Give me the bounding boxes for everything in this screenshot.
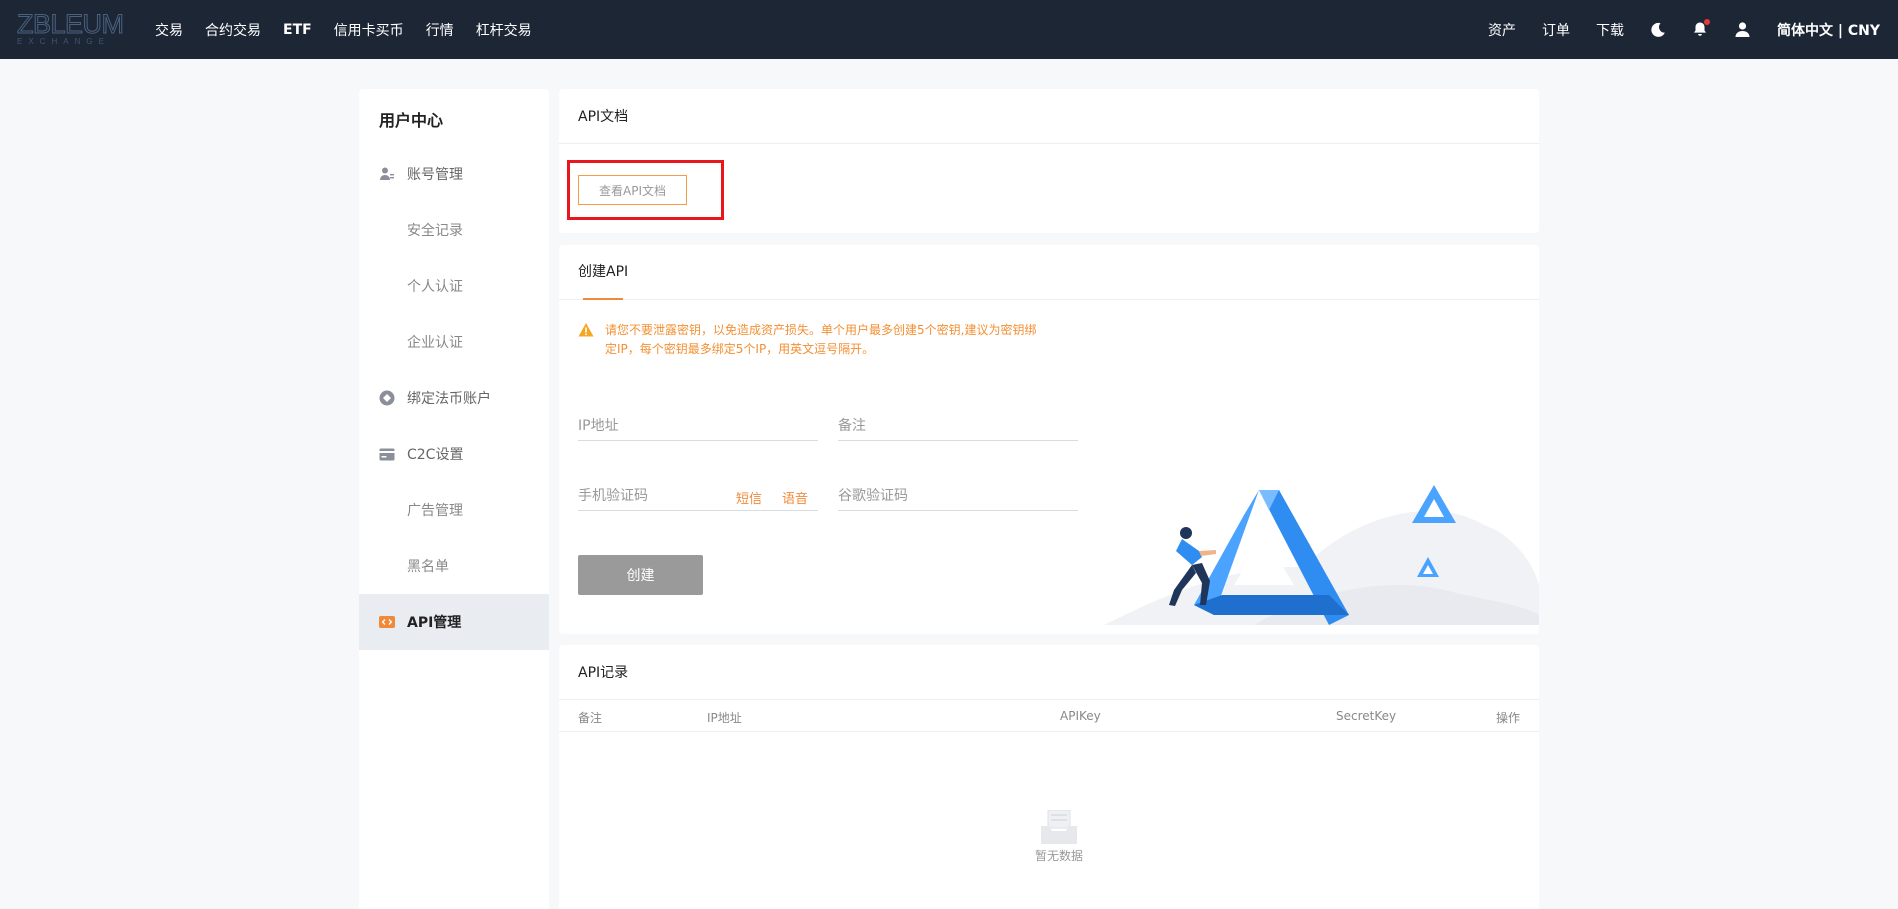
nav-etf[interactable]: ETF <box>283 22 312 38</box>
user-icon <box>1735 22 1750 37</box>
sidebar-title: 用户中心 <box>379 111 444 130</box>
sidebar-item-c2c-settings[interactable]: C2C设置 <box>359 426 549 482</box>
tab-create-api[interactable]: 创建API <box>578 245 628 300</box>
phone-code-field[interactable]: 短信 语音 <box>578 481 818 511</box>
nav-right: 资产 订单 下载 简体中文 | CNY <box>1462 0 1880 59</box>
warning-icon <box>578 323 594 337</box>
empty-inbox-icon <box>1041 809 1077 844</box>
sidebar-item-personal-verify[interactable]: 个人认证 <box>359 258 549 314</box>
send-voice-link[interactable]: 语音 <box>782 488 808 507</box>
card-icon <box>379 446 395 462</box>
tab-underline <box>583 297 623 300</box>
sidebar-item-enterprise-verify[interactable]: 企业认证 <box>359 314 549 370</box>
remark-field[interactable] <box>838 411 1078 441</box>
api-illustration <box>1104 485 1539 625</box>
google-code-input[interactable] <box>838 487 1078 504</box>
sidebar-item-api-management[interactable]: API管理 <box>359 594 549 650</box>
api-doc-title: API文档 <box>559 89 1539 144</box>
col-apikey: APIKey <box>1060 709 1101 723</box>
api-doc-panel: API文档 查看API文档 <box>559 89 1539 233</box>
code-icon <box>379 614 395 630</box>
code-send-options: 短信 语音 <box>716 488 808 507</box>
nav-trade[interactable]: 交易 <box>155 20 183 40</box>
sidebar-item-label: 绑定法币账户 <box>407 391 491 407</box>
top-navbar: ZBLEUM EXCHANGE 交易 合约交易 ETF 信用卡买币 行情 杠杆交… <box>0 0 1898 59</box>
nav-market[interactable]: 行情 <box>426 20 454 40</box>
notifications-button[interactable] <box>1692 19 1710 38</box>
fiat-account-icon <box>379 390 395 406</box>
api-records-title: API记录 <box>559 645 1539 700</box>
col-ip: IP地址 <box>707 711 742 725</box>
tab-create-api-label: 创建API <box>578 263 629 280</box>
nav-margin-trade[interactable]: 杠杆交易 <box>476 20 532 40</box>
nav-download[interactable]: 下载 <box>1596 20 1624 40</box>
col-secretkey: SecretKey <box>1336 709 1397 723</box>
col-remark: 备注 <box>578 711 603 725</box>
brand-sub: EXCHANGE <box>17 37 110 46</box>
sidebar-item-label: API管理 <box>407 615 462 631</box>
user-center-sidebar: 用户中心 账号管理 安全记录 个人认证 企业认证 绑定法币账户 C2C设置 广告… <box>359 89 549 909</box>
remark-input[interactable] <box>838 417 1078 434</box>
sidebar-item-security-log[interactable]: 安全记录 <box>359 202 549 258</box>
ip-address-field[interactable] <box>578 411 818 441</box>
sidebar-item-label: C2C设置 <box>407 447 464 463</box>
moon-icon <box>1651 22 1665 37</box>
brand-name: ZBLEUM <box>17 9 125 39</box>
sidebar-item-blacklist[interactable]: 黑名单 <box>359 538 549 594</box>
nav-credit-card-buy[interactable]: 信用卡买币 <box>334 20 404 40</box>
sidebar-item-label: 账号管理 <box>407 167 463 183</box>
user-menu[interactable] <box>1734 21 1751 38</box>
view-api-doc-button[interactable]: 查看API文档 <box>578 175 687 205</box>
nav-assets[interactable]: 资产 <box>1488 20 1516 40</box>
main-nav: 交易 合约交易 ETF 信用卡买币 行情 杠杆交易 <box>155 0 554 59</box>
create-api-panel: 创建API 请您不要泄露密钥，以免造成资产损失。单个用户最多创建5个密钥,建议为… <box>559 245 1539 634</box>
nav-contract-trade[interactable]: 合约交易 <box>205 20 261 40</box>
google-code-field[interactable] <box>838 481 1078 511</box>
sidebar-item-ads[interactable]: 广告管理 <box>359 482 549 538</box>
nav-orders[interactable]: 订单 <box>1542 20 1570 40</box>
theme-toggle[interactable] <box>1650 22 1666 38</box>
notification-dot <box>1704 19 1710 25</box>
sidebar-item-account[interactable]: 账号管理 <box>359 146 549 202</box>
ip-address-input[interactable] <box>578 417 818 434</box>
col-actions: 操作 <box>1495 711 1520 725</box>
empty-state: 暂无数据 <box>1019 809 1099 864</box>
sidebar-item-fiat-account[interactable]: 绑定法币账户 <box>359 370 549 426</box>
warning-text: 请您不要泄露密钥，以免造成资产损失。单个用户最多创建5个密钥,建议为密钥绑定IP… <box>605 323 1037 356</box>
user-account-icon <box>379 166 395 182</box>
send-sms-link[interactable]: 短信 <box>736 488 762 507</box>
brand-logo[interactable]: ZBLEUM EXCHANGE <box>17 9 125 46</box>
language-currency-select[interactable]: 简体中文 | CNY <box>1777 20 1880 40</box>
create-api-head: 创建API <box>559 245 1539 300</box>
records-table-header: 备注 IP地址 APIKey SecretKey 操作 <box>559 700 1539 732</box>
api-records-panel: API记录 备注 IP地址 APIKey SecretKey 操作 暂无数据 <box>559 645 1539 909</box>
empty-text: 暂无数据 <box>1034 849 1083 863</box>
create-api-button[interactable]: 创建 <box>578 555 703 595</box>
api-warning: 请您不要泄露密钥，以免造成资产损失。单个用户最多创建5个密钥,建议为密钥绑定IP… <box>578 321 1048 359</box>
